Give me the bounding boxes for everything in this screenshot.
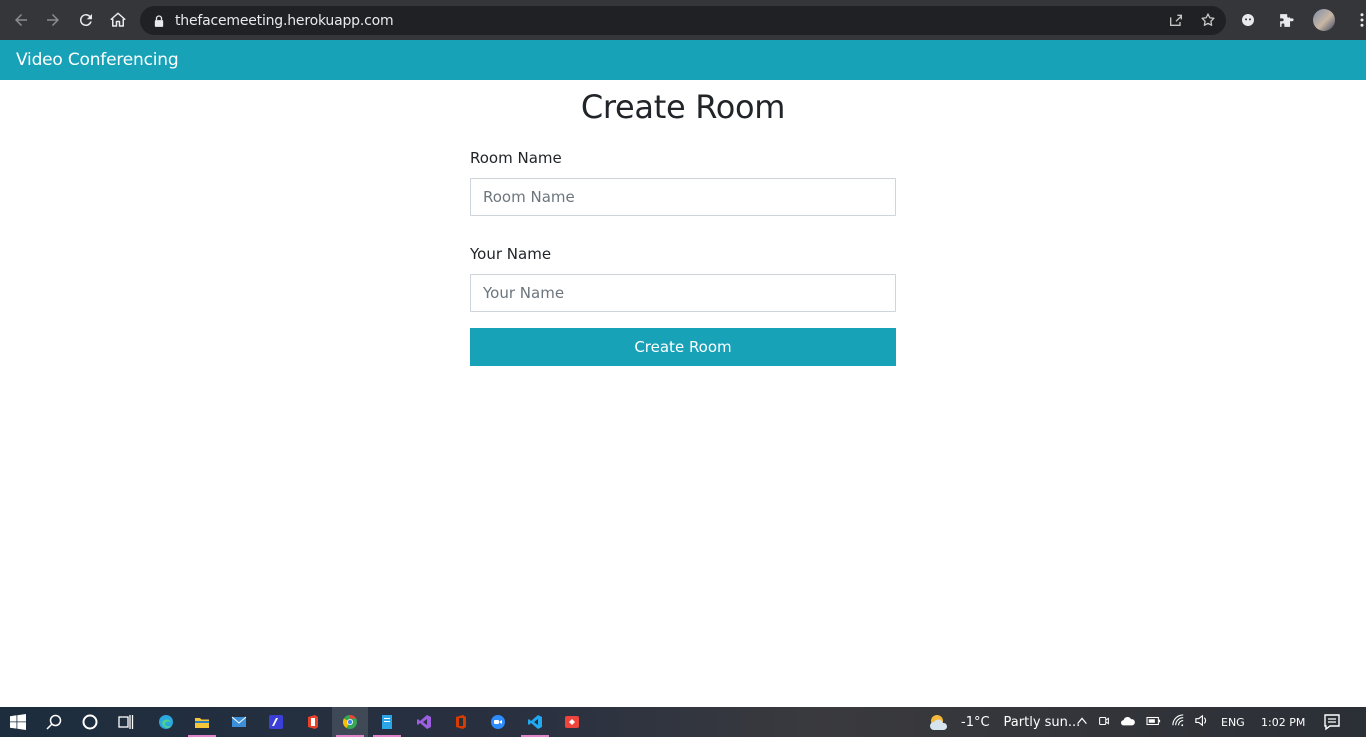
volume-icon[interactable] <box>1194 713 1209 731</box>
language-indicator[interactable]: ENG <box>1221 707 1245 737</box>
visual-studio-icon <box>417 715 431 729</box>
cortana-button[interactable] <box>72 707 108 737</box>
taskbar-app-visual-studio[interactable] <box>406 707 442 737</box>
weather-widget[interactable]: -1°C Partly sun... <box>928 707 1080 737</box>
your-name-label: Your Name <box>470 245 552 263</box>
office-icon <box>308 715 318 729</box>
onedrive-cloud-icon[interactable] <box>1119 714 1137 731</box>
url-text: thefacemeeting.herokuapp.com <box>175 12 394 29</box>
notification-icon <box>1324 714 1340 731</box>
task-view-button[interactable] <box>108 707 144 737</box>
action-center-button[interactable] <box>1323 707 1341 737</box>
mail-icon <box>231 716 247 727</box>
app-tile-icon <box>269 715 283 729</box>
taskbar-app-office[interactable] <box>295 707 331 737</box>
cortana-circle-icon <box>82 714 98 730</box>
taskbar-app-vscode[interactable] <box>517 707 553 737</box>
arrow-left-icon <box>15 14 27 26</box>
create-room-button[interactable]: Create Room <box>470 328 896 366</box>
menu-kebab-icon[interactable] <box>1350 8 1366 32</box>
chevron-up-icon[interactable] <box>1075 714 1089 731</box>
windows-taskbar: -1°C Partly sun... ENG 1:02 PM <box>0 707 1366 737</box>
taskbar-app-notepad[interactable] <box>369 707 405 737</box>
taskbar-app-file-explorer[interactable] <box>184 707 220 737</box>
wifi-icon[interactable] <box>1171 713 1186 731</box>
office-icon <box>456 715 466 729</box>
search-button[interactable] <box>36 707 72 737</box>
document-icon <box>382 715 392 729</box>
your-name-input[interactable] <box>470 274 896 312</box>
zoom-video-icon <box>491 715 505 729</box>
create-room-form: Room Name Your Name Create Room <box>470 148 896 366</box>
weather-temperature: -1°C <box>961 714 990 730</box>
vscode-icon <box>528 715 542 729</box>
weather-description: Partly sun... <box>1003 714 1081 730</box>
home-icon <box>110 12 126 27</box>
navbar-brand[interactable]: Video Conferencing <box>16 50 179 70</box>
puzzle-icon[interactable] <box>1274 8 1298 32</box>
app-red-icon <box>565 716 579 728</box>
profile-avatar[interactable] <box>1312 8 1336 32</box>
task-view-icon <box>118 715 134 729</box>
partly-sunny-icon <box>930 715 948 730</box>
taskbar-app-anydesk[interactable] <box>554 707 590 737</box>
battery-icon[interactable] <box>1145 714 1163 731</box>
taskbar-app-office-2[interactable] <box>443 707 479 737</box>
extension-icon[interactable] <box>1236 8 1260 32</box>
lock-icon <box>154 14 166 28</box>
taskbar-app-zoom[interactable] <box>480 707 516 737</box>
app-navbar: Video Conferencing <box>0 40 1366 80</box>
back-button[interactable] <box>5 4 37 36</box>
taskbar-app-mail[interactable] <box>221 707 257 737</box>
forward-button[interactable] <box>37 4 69 36</box>
address-bar[interactable]: thefacemeeting.herokuapp.com <box>140 6 1226 35</box>
page-title: Create Room <box>580 88 786 126</box>
chrome-icon <box>342 714 357 729</box>
edge-icon <box>159 715 173 729</box>
windows-logo-icon <box>10 714 26 730</box>
browser-toolbar: thefacemeeting.herokuapp.com <box>0 0 1366 40</box>
share-icon[interactable] <box>1168 12 1184 33</box>
meet-now-icon[interactable] <box>1097 714 1111 731</box>
arrow-right-icon <box>47 14 59 26</box>
reload-button[interactable] <box>70 4 102 36</box>
folder-icon <box>195 718 209 728</box>
room-name-label: Room Name <box>470 149 562 167</box>
clock[interactable]: 1:02 PM <box>1261 707 1305 737</box>
taskbar-app-visual-studio-purple[interactable] <box>258 707 294 737</box>
taskbar-app-chrome[interactable] <box>332 707 368 737</box>
reload-icon <box>79 14 92 27</box>
taskbar-app-edge[interactable] <box>148 707 184 737</box>
bookmark-star-icon[interactable] <box>1200 12 1216 33</box>
start-button[interactable] <box>0 707 36 737</box>
search-icon <box>46 714 62 730</box>
tray-icons <box>1075 707 1209 737</box>
home-button[interactable] <box>102 4 134 36</box>
room-name-input[interactable] <box>470 178 896 216</box>
